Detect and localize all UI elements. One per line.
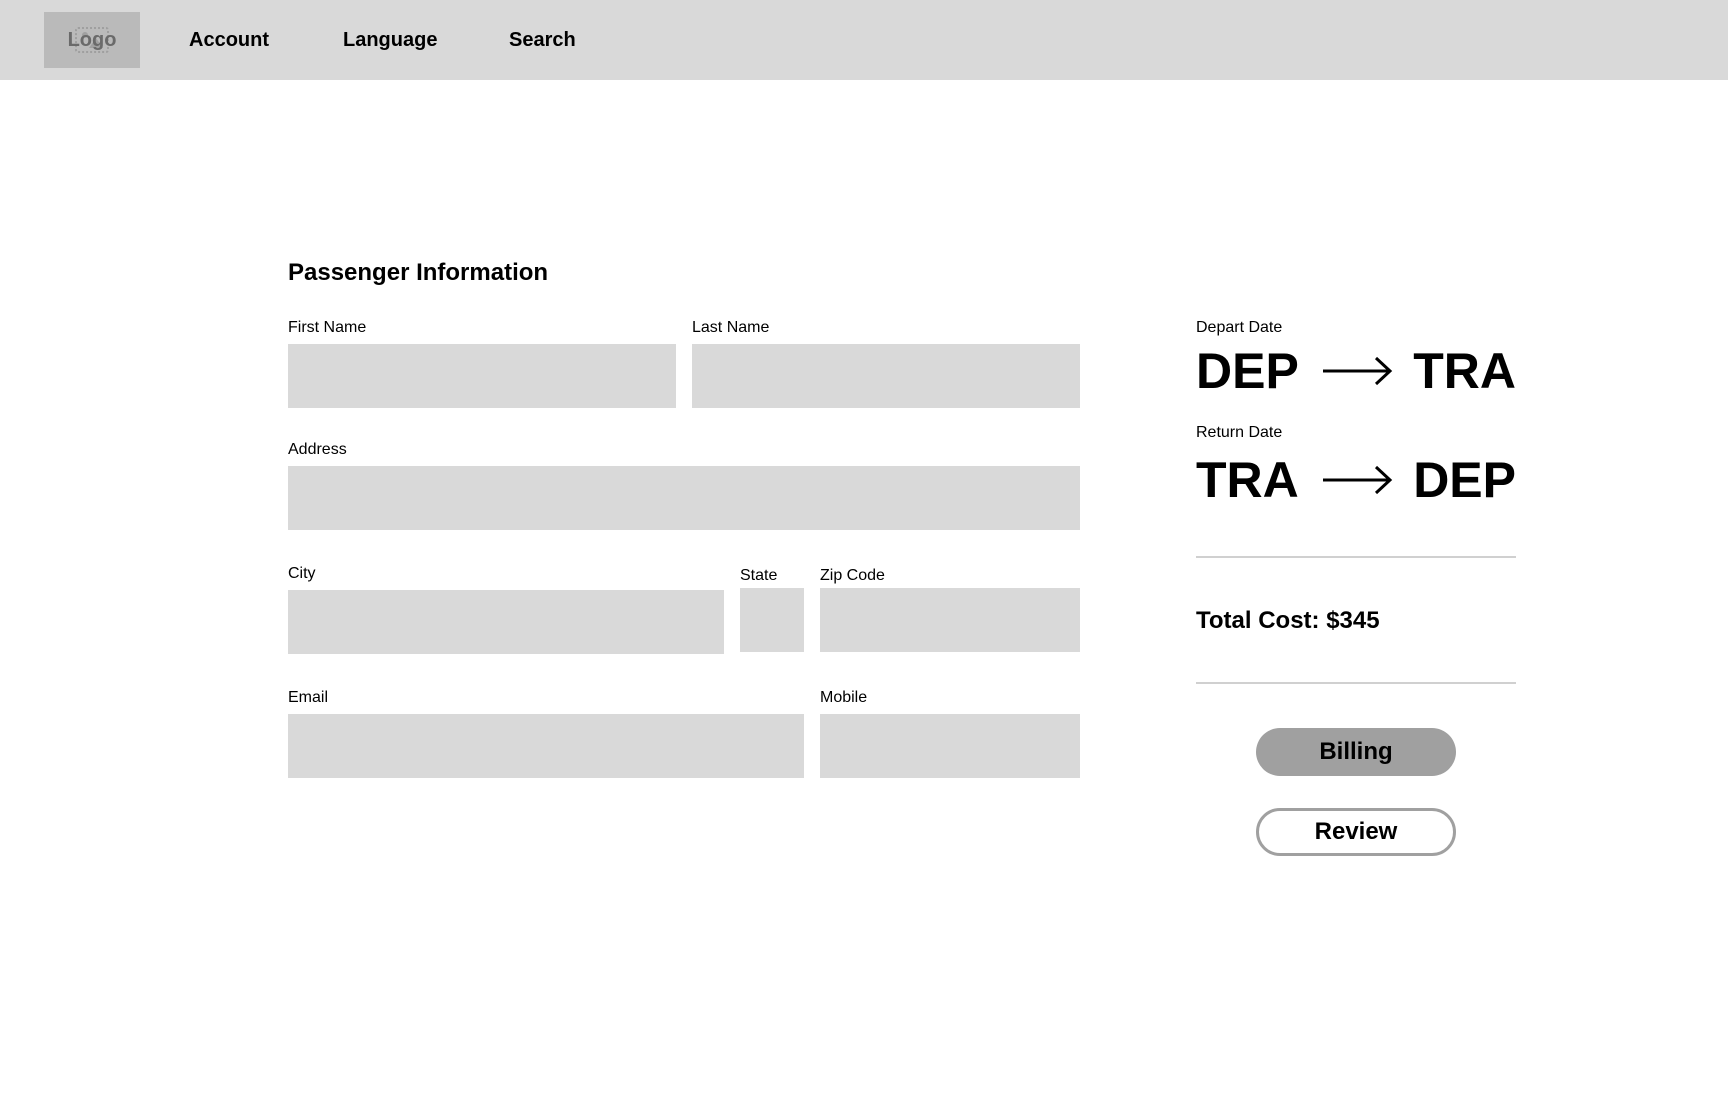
- logo-label: Logo: [67, 28, 117, 51]
- return-origin-code: TRA: [1196, 452, 1299, 508]
- state-label: State: [740, 567, 778, 584]
- address-label: Address: [288, 441, 347, 458]
- nav-item-language[interactable]: Language: [343, 27, 437, 53]
- return-date-label: Return Date: [1196, 424, 1283, 441]
- long-arrow-right-icon: [1323, 356, 1393, 386]
- top-nav-bar: Logo Account Language Search: [0, 0, 1728, 80]
- depart-route: DEP TRA: [1196, 346, 1516, 396]
- city-input[interactable]: [288, 590, 724, 654]
- zip-code-input[interactable]: [820, 588, 1080, 652]
- return-destination-code: DEP: [1413, 452, 1516, 508]
- email-label: Email: [288, 689, 329, 706]
- city-label: City: [288, 565, 316, 582]
- mobile-input[interactable]: [820, 714, 1080, 778]
- first-name-label: First Name: [288, 319, 367, 336]
- mobile-label: Mobile: [820, 689, 868, 706]
- last-name-input[interactable]: [692, 344, 1080, 408]
- return-route: TRA DEP: [1196, 455, 1516, 505]
- review-button[interactable]: Review: [1256, 808, 1456, 856]
- long-arrow-right-icon: [1323, 465, 1393, 495]
- billing-button[interactable]: Billing: [1256, 728, 1456, 776]
- nav-item-account[interactable]: Account: [189, 27, 269, 53]
- total-cost: Total Cost: $345: [1196, 607, 1380, 634]
- zip-code-label: Zip Code: [820, 567, 885, 584]
- depart-date-label: Depart Date: [1196, 319, 1283, 336]
- nav-item-search[interactable]: Search: [509, 27, 576, 53]
- address-input[interactable]: [288, 466, 1080, 530]
- last-name-label: Last Name: [692, 319, 770, 336]
- depart-origin-code: DEP: [1196, 343, 1299, 399]
- first-name-input[interactable]: [288, 344, 676, 408]
- depart-destination-code: TRA: [1413, 343, 1516, 399]
- section-title: Passenger Information: [288, 259, 549, 286]
- divider: [1196, 556, 1516, 558]
- email-input[interactable]: [288, 714, 804, 778]
- logo[interactable]: Logo: [44, 12, 140, 68]
- divider: [1196, 682, 1516, 684]
- state-input[interactable]: [740, 588, 804, 652]
